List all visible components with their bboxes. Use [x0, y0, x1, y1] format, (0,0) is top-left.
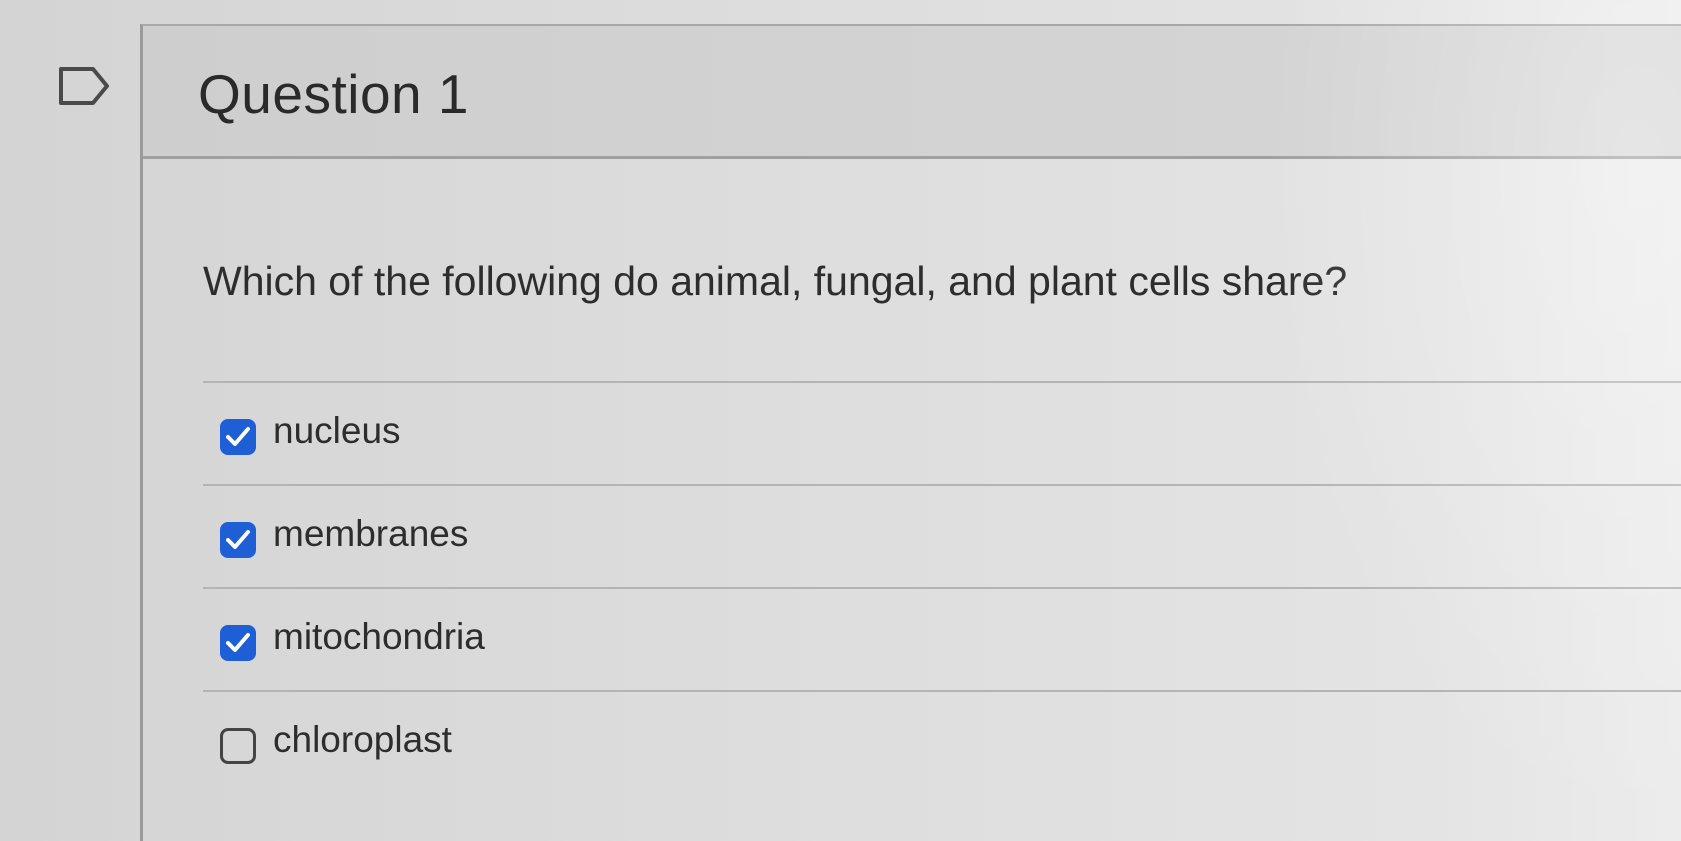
answer-label: mitochondria [273, 616, 485, 657]
answer-checkbox[interactable] [220, 522, 256, 558]
answer-option-nucleus[interactable]: nucleus [203, 381, 1681, 484]
answer-list: nucleus membranes mitochondria chloropla… [203, 381, 1681, 793]
answer-label: chloroplast [273, 719, 452, 760]
checkmark-icon [226, 427, 250, 446]
answer-checkbox[interactable] [220, 728, 256, 764]
answer-option-membranes[interactable]: membranes [203, 484, 1681, 587]
question-prompt: Which of the following do animal, fungal… [203, 258, 1348, 304]
checkmark-icon [226, 633, 250, 652]
answer-checkbox[interactable] [220, 625, 256, 661]
question-card: Question 1 Which of the following do ani… [140, 24, 1681, 841]
flag-question-icon[interactable] [58, 66, 110, 106]
quiz-screen: Question 1 Which of the following do ani… [0, 0, 1681, 841]
answer-label: nucleus [273, 410, 401, 451]
answer-checkbox[interactable] [220, 419, 256, 455]
answer-label: membranes [273, 513, 469, 554]
question-title: Question 1 [198, 63, 470, 125]
question-header: Question 1 [143, 26, 1681, 159]
answer-option-chloroplast[interactable]: chloroplast [203, 690, 1681, 793]
answer-option-mitochondria[interactable]: mitochondria [203, 587, 1681, 690]
checkmark-icon [226, 530, 250, 549]
